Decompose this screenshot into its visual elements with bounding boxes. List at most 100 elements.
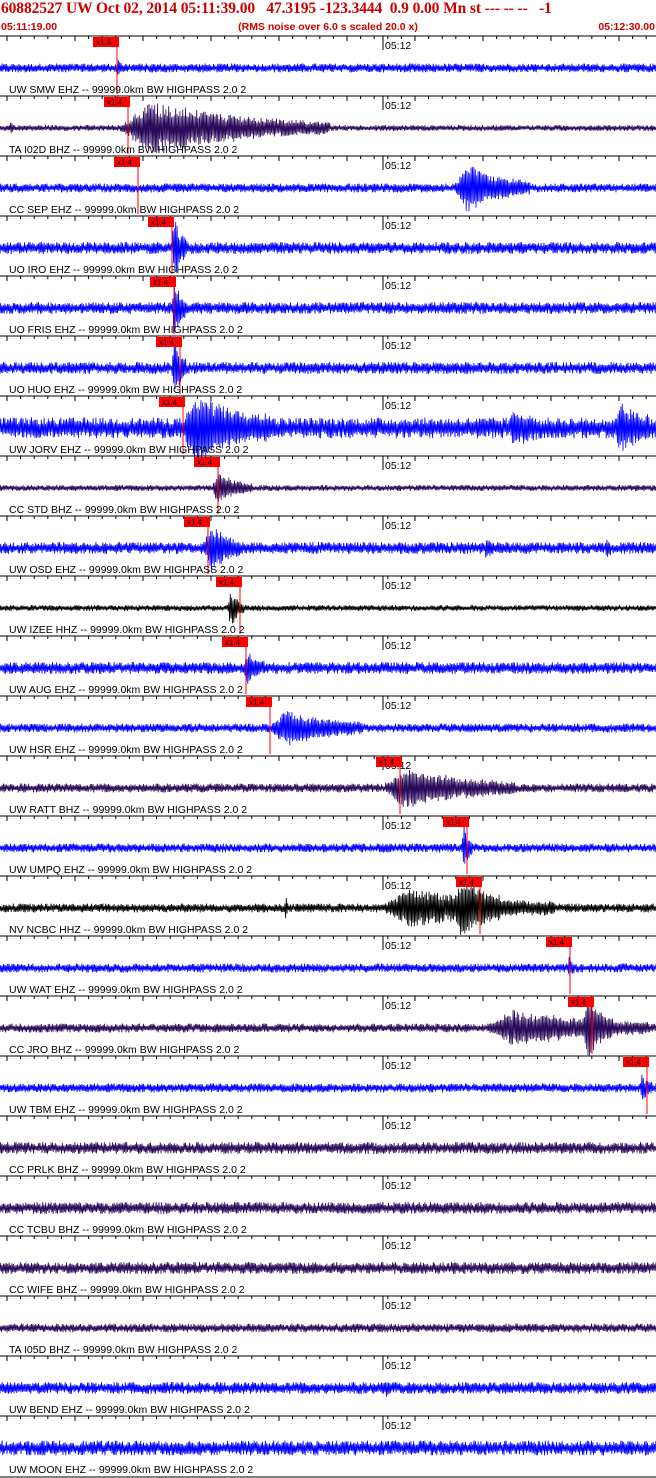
waveform-18: [0, 1141, 656, 1155]
station-label: NV NCBC HHZ -- 99999.0km BW HIGHPASS 2.0…: [9, 924, 248, 936]
station-label: CC TCBU BHZ -- 99999.0km BW HIGHPASS 2.0…: [9, 1224, 247, 1236]
trace-row: 05:12 UW BEND EHZ -- 99999.0km BW HIGHPAS…: [0, 1355, 656, 1416]
minute-tick-label: 05:12: [385, 940, 411, 952]
station-label: UW SMW EHZ -- 99999.0km BW HIGHPASS 2.0 …: [9, 84, 246, 96]
pick-label: x1.4: [153, 278, 169, 287]
station-label: CC JRO BHZ -- 99999.0km BW HIGHPASS 2.0 …: [9, 1044, 239, 1056]
waveform-22: [0, 1381, 656, 1397]
pick-label: x1.4: [626, 1058, 642, 1067]
pick-label: x1.4: [187, 518, 203, 527]
pick-label: x1.4: [459, 878, 475, 887]
station-label: CC STD BHZ -- 99999.0km BW HIGHPASS 2.0 …: [9, 504, 239, 516]
waveform-19: [0, 1201, 656, 1215]
pick-label: x1.4: [225, 638, 241, 647]
waveform-5: [0, 339, 656, 390]
minute-tick-label: 05:12: [385, 640, 411, 652]
station-label: UO HUO EHZ -- 99999.0km BW HIGHPASS 2.0 …: [9, 384, 242, 396]
station-label: UO IRO EHZ -- 99999.0km BW HIGHPASS 2.0 …: [9, 264, 238, 276]
trace-row: 05:12 CC PRLK BHZ -- 99999.0km BW HIGHPAS…: [0, 1115, 656, 1176]
pick-label: x1.4: [159, 338, 175, 347]
minute-tick-label: 05:12: [385, 1120, 411, 1132]
station-label: CC SEP EHZ -- 99999.0km BW HIGHPASS 2.0 …: [9, 204, 239, 216]
station-label: TA I02D BHZ -- 99999.0km BW HIGHPASS 2.0…: [9, 144, 238, 156]
minute-tick-label: 05:12: [385, 1060, 411, 1072]
trace-row: 05:12 x1.4 CC STD BHZ -- 99999.0km BW HIGH…: [0, 455, 656, 516]
trace-row: 05:12 x1.4 CC JRO BHZ -- 99999.0km BW HIGH…: [0, 995, 656, 1056]
trace-row: 05:12 x1.4 UW OSD EHZ -- 99999.0km BW HIGH…: [0, 515, 656, 576]
station-label: UW MOON EHZ -- 99999.0km BW HIGHPASS 2.0…: [9, 1464, 253, 1476]
waveform-11: [0, 711, 656, 746]
station-label: UW OSD EHZ -- 99999.0km BW HIGHPASS 2.0 …: [9, 564, 244, 576]
waveform-9: [0, 593, 656, 624]
station-label: UW IZEE HHZ -- 99999.0km BW HIGHPASS 2.0…: [9, 624, 245, 636]
trace-row: 05:12x1.4UW RATT BHZ -- 99999.0km BW HIG…: [0, 755, 656, 816]
minute-tick-label: 05:12: [385, 220, 411, 232]
trace-row: 05:12 CC WIFE BHZ -- 99999.0km BW HIGHPAS…: [0, 1235, 656, 1296]
waveform-23: [0, 1440, 656, 1456]
minute-tick-label: 05:12: [385, 1240, 411, 1252]
station-label: UW TBM EHZ -- 99999.0km BW HIGHPASS 2.0 …: [9, 1104, 243, 1116]
station-label: UW WAT EHZ -- 99999.0km BW HIGHPASS 2.0 …: [9, 984, 243, 996]
pick-label: x1.4: [117, 158, 133, 167]
minute-tick-label: 05:12: [385, 820, 411, 832]
station-label: UO FRIS EHZ -- 99999.0km BW HIGHPASS 2.0…: [9, 324, 243, 336]
trace-row: 05:12 UW MOON EHZ -- 99999.0km BW HIGHPAS…: [0, 1415, 656, 1476]
trace-row: 05:12 x1.4 NV NCBC HHZ -- 99999.0km BW HIG…: [0, 875, 656, 936]
minute-tick-label: 05:12: [385, 460, 411, 472]
seismogram-panel: 05:12 x1.4 UW SMW EHZ -- 99999.0km BW HIGH…: [0, 35, 656, 1478]
station-label: TA I05D BHZ -- 99999.0km BW HIGHPASS 2.0…: [9, 1344, 238, 1356]
station-label: CC WIFE BHZ -- 99999.0km BW HIGHPASS 2.0…: [9, 1284, 245, 1296]
waveform-7: [0, 474, 656, 503]
minute-tick-label: 05:12: [385, 400, 411, 412]
minute-tick-label: 05:12: [385, 1420, 411, 1432]
minute-tick-label: 05:12: [385, 1360, 411, 1372]
waveform-20: [0, 1261, 656, 1275]
station-label: UW BEND EHZ -- 99999.0km BW HIGHPASS 2.0…: [9, 1404, 250, 1416]
trace-row: 05:12 x1.4 UW IZEE HHZ -- 99999.0km BW HIG…: [0, 575, 656, 636]
trace-row: 05:12 x1.4 UW HSR EHZ -- 99999.0km BW HIGH…: [0, 695, 656, 756]
station-label: UW RATT BHZ -- 99999.0km BW HIGHPASS 2.0…: [9, 804, 247, 816]
minute-tick-label: 05:12: [385, 880, 411, 892]
waveform-13: [0, 825, 656, 864]
trace-row: 05:12 x1.4 UO HUO EHZ -- 99999.0km BW HIGH…: [0, 335, 656, 396]
minute-tick-label: 05:12: [385, 280, 411, 292]
minute-tick-label: 05:12: [385, 580, 411, 592]
minute-tick-label: 05:12: [385, 1300, 411, 1312]
pick-label: x1.4: [571, 998, 587, 1007]
pick-label: x1.4: [219, 578, 235, 587]
waveform-12: [0, 769, 656, 808]
minute-tick-label: 05:12: [385, 160, 411, 172]
pick-label: x1.4: [379, 758, 395, 767]
station-label: UW UMPQ EHZ -- 99999.0km BW HIGHPASS 2.0…: [9, 864, 252, 876]
pick-label: x1.4: [249, 698, 265, 707]
trace-row: 05:12 TA I05D BHZ -- 99999.0km BW HIGHPAS…: [0, 1295, 656, 1356]
trace-row: 05:12 x1.4 UO FRIS EHZ -- 99999.0km BW HIG…: [0, 275, 656, 336]
station-label: UW HSR EHZ -- 99999.0km BW HIGHPASS 2.0 …: [9, 744, 243, 756]
trace-row: 05:12 x1.4 UW WAT EHZ -- 99999.0km BW HIGH…: [0, 935, 656, 996]
minute-tick-label: 05:12: [385, 100, 411, 112]
minute-tick-label: 05:12: [385, 1000, 411, 1012]
minute-tick-label: 05:12: [385, 700, 411, 712]
waveform-10: [0, 653, 656, 684]
pick-label: x1.4: [151, 218, 167, 227]
pick-label: x1.4: [197, 458, 213, 467]
trace-row: 05:12 CC TCBU BHZ -- 99999.0km BW HIGHPAS…: [0, 1175, 656, 1236]
trace-row: 05:12 x1.4 UW JORV EHZ -- 99999.0km BW HIG…: [0, 395, 656, 461]
minute-tick-label: 05:12: [385, 340, 411, 352]
station-label: UW AUG EHZ -- 99999.0km BW HIGHPASS 2.0 …: [9, 684, 243, 696]
pick-label: x1.4: [549, 938, 565, 947]
waveform-21: [0, 1323, 656, 1333]
pick-label: x1.4: [162, 398, 178, 407]
waveform-0: [0, 59, 656, 75]
trace-row: 05:12 x1.4 UW SMW EHZ -- 99999.0km BW HIGH…: [0, 35, 656, 96]
pick-label: x1.4: [107, 98, 123, 107]
minute-tick-label: 05:12: [385, 40, 411, 52]
minute-tick-label: 05:12: [385, 1180, 411, 1192]
trace-row: 05:12 x1.4 UO IRO EHZ -- 99999.0km BW HIGH…: [0, 215, 656, 276]
pick-label: x1.4: [96, 38, 112, 47]
station-label: CC PRLK BHZ -- 99999.0km BW HIGHPASS 2.0…: [9, 1164, 246, 1176]
trace-row: 05:12 x1.4 UW UMPQ EHZ -- 99999.0km BW HIG…: [0, 815, 656, 876]
trace-row: 05:12 x1.4 UW TBM EHZ -- 99999.0km BW HIGH…: [0, 1055, 656, 1116]
trace-row: 05:12 x1.4 TA I02D BHZ -- 99999.0km BW HIG…: [0, 95, 656, 156]
waveform-17: [0, 1074, 656, 1100]
